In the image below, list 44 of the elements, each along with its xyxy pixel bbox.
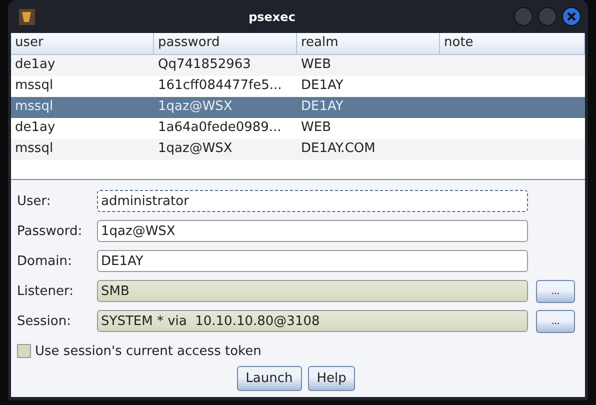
close-icon: [567, 12, 576, 21]
input-field[interactable]: DE1AY: [97, 250, 528, 272]
field-label: Listener:: [17, 284, 74, 298]
table-cell-text: WEB: [300, 56, 332, 74]
field-label: User:: [17, 194, 52, 208]
table-cell-text: DE1AY.COM: [300, 140, 376, 158]
table-cell-text: mssql: [14, 140, 54, 158]
picker-field[interactable]: SYSTEM * via 10.10.10.80@3108: [97, 310, 528, 332]
column-header[interactable]: realm: [297, 33, 440, 55]
checkbox-label: Use session's current access token: [35, 344, 262, 358]
table-cell-text: de1ay: [14, 119, 56, 137]
close-button[interactable]: [562, 7, 581, 26]
table-cell-text: de1ay: [14, 56, 56, 74]
minimize-button[interactable]: [514, 7, 533, 26]
table-row[interactable]: mssql 1qaz@WSX DE1AY: [11, 97, 585, 118]
browse-button[interactable]: ...: [536, 280, 575, 302]
table-cell-text: mssql: [14, 77, 54, 95]
table-cell-text: 161cff084477fe5...: [157, 77, 283, 95]
field-label: Domain:: [17, 254, 73, 268]
app-icon: [19, 8, 35, 24]
maximize-button[interactable]: [538, 7, 557, 26]
browse-button[interactable]: ...: [536, 310, 575, 332]
column-header[interactable]: note: [440, 33, 585, 55]
table-cell-text: WEB: [300, 119, 332, 137]
table-row[interactable]: de1ay Qq741852963 WEB: [11, 55, 585, 76]
input-field[interactable]: 1qaz@WSX: [97, 220, 528, 242]
table-cell-text: 1qaz@WSX: [157, 140, 234, 158]
checkbox[interactable]: [17, 344, 31, 358]
table-cell-text: 1qaz@WSX: [157, 98, 234, 116]
field-label: Session:: [17, 314, 72, 328]
table-cell-text: DE1AY: [300, 77, 344, 95]
launch-button[interactable]: Launch: [236, 366, 302, 391]
table-cell-text: 1a64a0fede0989...: [157, 119, 282, 137]
field-label: Password:: [17, 224, 84, 238]
table-cell-text: DE1AY: [300, 98, 344, 116]
table-cell-text: mssql: [14, 98, 54, 116]
column-header[interactable]: user: [11, 33, 154, 55]
window-title: psexec: [248, 10, 296, 24]
table-cell-text: Qq741852963: [157, 56, 252, 74]
table-row[interactable]: mssql 1qaz@WSX DE1AY.COM: [11, 139, 585, 160]
input-field[interactable]: administrator: [97, 190, 528, 212]
help-button[interactable]: Help: [308, 366, 356, 391]
picker-field[interactable]: SMB: [97, 280, 528, 302]
column-header[interactable]: password: [154, 33, 297, 55]
